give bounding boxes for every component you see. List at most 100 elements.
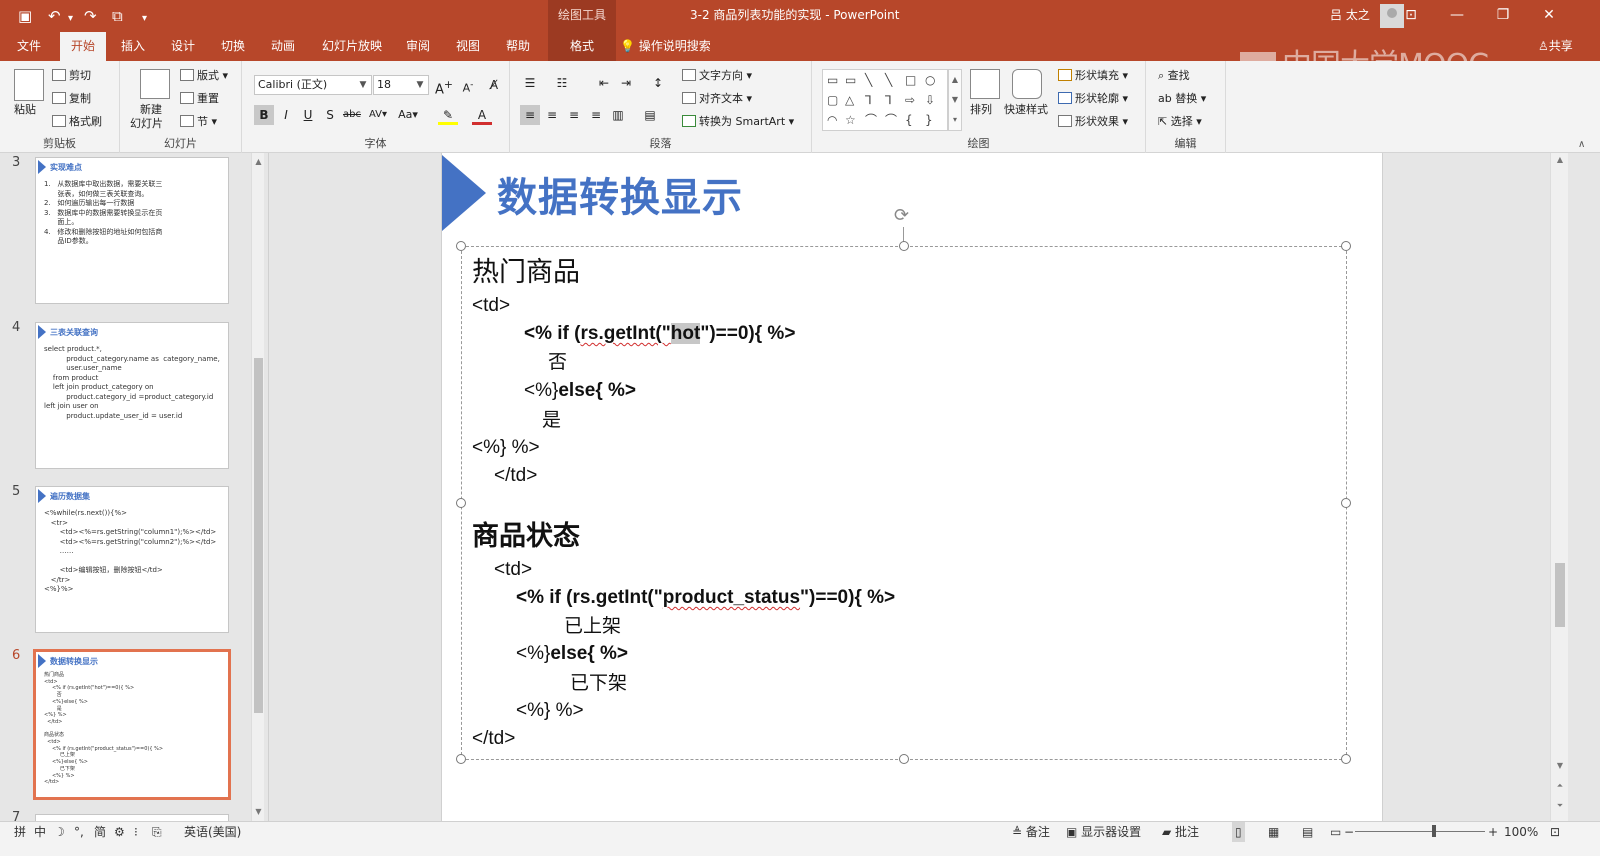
- find-button[interactable]: ⌕ 查找: [1158, 67, 1190, 85]
- chevron-down-icon[interactable]: ▼: [412, 76, 428, 94]
- new-slide-dropdown[interactable]: 幻灯片: [130, 115, 163, 133]
- increase-indent-icon[interactable]: ⇥: [616, 73, 636, 93]
- underline-icon[interactable]: U: [298, 105, 318, 125]
- resize-handle-sw[interactable]: [456, 754, 466, 764]
- ime-punctuation-icon[interactable]: °,: [74, 822, 84, 842]
- rectangle-shape-icon[interactable]: □: [905, 72, 916, 88]
- cut-button[interactable]: 剪切: [52, 67, 91, 85]
- arrow-line-icon[interactable]: ╲: [885, 72, 892, 88]
- tab-view[interactable]: 视图: [446, 32, 490, 61]
- previous-slide-icon[interactable]: ⏶: [1551, 781, 1569, 791]
- align-center-icon[interactable]: ≡: [542, 105, 562, 125]
- distributed-icon[interactable]: ▥: [608, 105, 628, 125]
- paste-icon[interactable]: [14, 69, 44, 101]
- star-shape-icon[interactable]: ☆: [845, 112, 856, 128]
- redo-icon[interactable]: ↷: [84, 6, 97, 26]
- right-brace-icon[interactable]: }: [925, 112, 933, 128]
- tab-animations[interactable]: 动画: [260, 32, 306, 61]
- resize-handle-n[interactable]: [899, 241, 909, 251]
- share-button[interactable]: ♙共享: [1538, 32, 1573, 61]
- line-spacing-icon[interactable]: ↕: [648, 73, 668, 93]
- reading-view-icon[interactable]: ▤: [1302, 822, 1313, 842]
- bold-icon[interactable]: B: [254, 105, 274, 125]
- reset-button[interactable]: 重置: [180, 90, 219, 108]
- align-left-icon[interactable]: ≡: [520, 105, 540, 125]
- left-brace-icon[interactable]: {: [905, 112, 913, 128]
- copy-button[interactable]: 复制: [52, 90, 91, 108]
- bullets-icon[interactable]: ☰: [520, 73, 540, 93]
- arrange-icon[interactable]: [970, 69, 1000, 99]
- scroll-down-icon[interactable]: ▼: [1551, 761, 1569, 770]
- tab-design[interactable]: 设计: [160, 32, 206, 61]
- scroll-up-icon[interactable]: ▲: [1551, 155, 1569, 164]
- right-arrow-shape-icon[interactable]: ⇨: [905, 92, 915, 108]
- change-case-icon[interactable]: Aa▾: [398, 105, 418, 125]
- tab-transitions[interactable]: 切换: [210, 32, 256, 61]
- line-shape-icon[interactable]: ╲: [865, 72, 872, 88]
- layout-button[interactable]: 版式 ▾: [180, 67, 228, 85]
- spellcheck-icon[interactable]: ⎘: [152, 822, 162, 842]
- start-from-beginning-icon[interactable]: ⧉: [112, 6, 123, 26]
- quick-styles-button[interactable]: 快速样式: [1004, 101, 1048, 119]
- ribbon-display-options-button[interactable]: ⊡: [1388, 0, 1434, 32]
- ime-mode[interactable]: 拼: [14, 822, 26, 842]
- select-button[interactable]: ⇱ 选择 ▾: [1158, 113, 1202, 131]
- shapes-gallery-scroll[interactable]: ▲ ▼ ▾: [948, 69, 962, 131]
- tab-help[interactable]: 帮助: [496, 32, 540, 61]
- scrollbar-thumb[interactable]: [1555, 563, 1565, 627]
- resize-handle-e[interactable]: [1341, 498, 1351, 508]
- thumbnails-scrollbar[interactable]: ▲ ▼: [251, 153, 264, 821]
- zoom-in-button[interactable]: +: [1488, 822, 1498, 842]
- slide-sorter-icon[interactable]: ▦: [1268, 822, 1279, 842]
- rotate-handle-icon[interactable]: ⟳: [894, 205, 909, 226]
- character-spacing-icon[interactable]: AV▾: [368, 105, 388, 125]
- selected-text-box[interactable]: 热门商品 <td> <% if (rs.getInt("hot")==0){ %…: [456, 241, 1351, 764]
- convert-smartart-button[interactable]: 转换为 SmartArt ▾: [682, 113, 794, 131]
- tell-me-search[interactable]: 💡 操作说明搜索: [620, 32, 711, 61]
- scroll-down-icon[interactable]: ▼: [252, 807, 265, 816]
- tab-format[interactable]: 格式: [548, 32, 616, 61]
- ime-settings-icon[interactable]: ⚙: [114, 822, 125, 842]
- notes-button[interactable]: ≜ 备注: [1012, 822, 1050, 842]
- user-name[interactable]: 吕 太之: [1330, 0, 1370, 30]
- justify-icon[interactable]: ≡: [586, 105, 606, 125]
- shapes-gallery[interactable]: ▭ ▭ ╲ ╲ □ ○ ▢ △ ⅂ ⅂ ⇨ ⇩ ◠ ☆ ⌒ ⌒ { }: [822, 69, 948, 131]
- replace-button[interactable]: ab 替换 ▾: [1158, 90, 1206, 108]
- tab-review[interactable]: 审阅: [396, 32, 440, 61]
- zoom-out-button[interactable]: −: [1344, 822, 1354, 842]
- font-name-combo[interactable]: Calibri (正文) ▼: [254, 75, 372, 95]
- tab-file[interactable]: 文件: [6, 32, 52, 61]
- slide-thumbnail-6[interactable]: 数据转换显示 热门商品 <td> <% if (rs.getInt("hot")…: [33, 649, 231, 800]
- comments-button[interactable]: ▰ 批注: [1162, 822, 1199, 842]
- resize-handle-nw[interactable]: [456, 241, 466, 251]
- down-arrow-shape-icon[interactable]: ⇩: [925, 92, 935, 108]
- font-color-icon[interactable]: A: [472, 105, 492, 125]
- increase-font-size-icon[interactable]: A+: [434, 75, 454, 97]
- strikethrough-icon[interactable]: abc: [342, 105, 362, 125]
- tab-insert[interactable]: 插入: [110, 32, 156, 61]
- slide-title[interactable]: 数据转换显示: [497, 165, 743, 223]
- align-text-button[interactable]: 对齐文本 ▾: [682, 90, 752, 108]
- tab-slideshow[interactable]: 幻灯片放映: [314, 32, 390, 61]
- italic-icon[interactable]: I: [276, 105, 296, 125]
- curve-shape-icon[interactable]: ⌒: [865, 112, 877, 128]
- maximize-button[interactable]: ❐: [1480, 0, 1526, 32]
- chevron-down-icon[interactable]: ▼: [355, 76, 371, 94]
- highlight-icon[interactable]: ✎: [438, 105, 458, 125]
- arc-shape-icon[interactable]: ⌒: [885, 112, 897, 128]
- vertical-textbox-icon[interactable]: ▭: [845, 72, 856, 88]
- format-painter-button[interactable]: 格式刷: [52, 113, 102, 131]
- normal-view-icon[interactable]: ▯: [1232, 822, 1245, 842]
- decrease-indent-icon[interactable]: ⇤: [594, 73, 614, 93]
- slide-canvas[interactable]: 数据转换显示 ⟳ 热门商品 <td> <% if (rs.getInt("hot…: [441, 153, 1383, 821]
- slide-scrollbar[interactable]: ▲ ▼ ⏶ ⏷: [1550, 153, 1568, 821]
- resize-handle-se[interactable]: [1341, 754, 1351, 764]
- shadow-icon[interactable]: S: [320, 105, 340, 125]
- ime-language[interactable]: 中: [34, 822, 46, 842]
- freeform-icon[interactable]: ◠: [827, 112, 837, 128]
- minimize-button[interactable]: —: [1434, 0, 1480, 32]
- oval-shape-icon[interactable]: ○: [925, 72, 935, 88]
- tab-home[interactable]: 开始: [60, 32, 106, 61]
- resize-handle-ne[interactable]: [1341, 241, 1351, 251]
- language-indicator[interactable]: 英语(美国): [184, 822, 241, 842]
